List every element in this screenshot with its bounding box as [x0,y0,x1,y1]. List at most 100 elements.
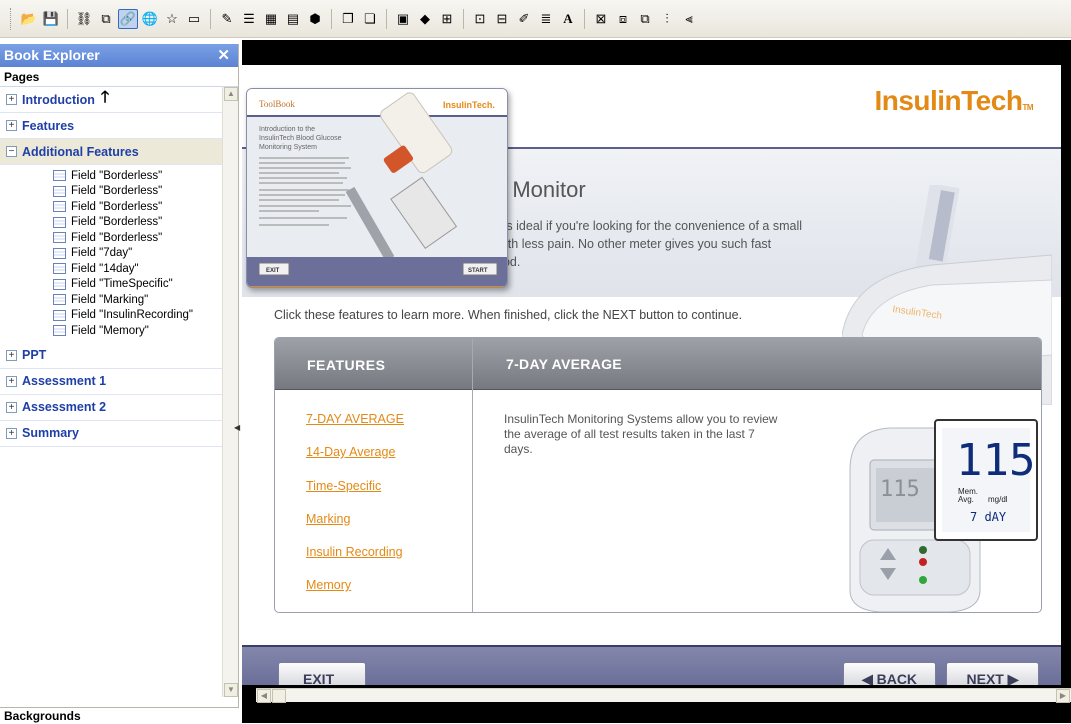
tree-section-assessment-2[interactable]: + Assessment 2 [0,395,222,421]
scroll-left-icon[interactable]: ◀ [257,689,271,703]
shape-icon[interactable]: ⬢ [305,9,325,29]
field-label: Field "7day" [71,247,133,260]
feature-link-memory[interactable]: Memory [306,578,351,592]
expand-icon[interactable]: + [6,401,17,413]
table-icon[interactable]: ⊞ [437,9,457,29]
page-icon[interactable]: ❐ [338,9,358,29]
panel-icon[interactable]: ▭ [184,9,204,29]
toolbar-grip[interactable] [10,7,13,30]
script-icon[interactable]: ≣ [536,9,556,29]
tree-section-assessment-1[interactable]: + Assessment 1 [0,369,222,395]
save-icon[interactable]: 💾 [41,9,61,29]
chart-icon[interactable]: ▤ [283,9,303,29]
instructions-text: Click these features to learn more. When… [274,308,743,322]
expand-icon[interactable]: + [6,349,17,361]
separator [331,8,332,29]
tree-field-item[interactable]: Field "InsulinRecording" [0,308,222,324]
expand-icon[interactable]: + [6,120,17,131]
properties2-icon[interactable]: ⊟ [492,9,512,29]
link-icon[interactable]: ⛓ [74,9,94,29]
field-label: Field "Borderless" [71,231,163,244]
next-button[interactable]: NEXT ▶ [946,662,1039,685]
scroll-down-icon[interactable]: ▼ [224,683,238,697]
section-label[interactable]: Assessment 1 [22,374,106,388]
group-icon[interactable]: ⧈ [613,9,633,29]
section-label[interactable]: Features [22,119,74,133]
tree-field-item[interactable]: Field "7day" [0,246,222,262]
image-icon[interactable]: ▦ [261,9,281,29]
tree-section-summary[interactable]: + Summary [0,421,222,447]
tree-field-item[interactable]: Field "Borderless" [0,215,222,231]
meter-big-reading: 115 [956,435,1035,486]
feature-link-14-day-average[interactable]: 14-Day Average [306,445,395,459]
tree-section-features[interactable]: + Features [0,113,222,139]
open-icon[interactable]: 📂 [19,9,39,29]
tree-field-item[interactable]: Field "Borderless" [0,230,222,246]
section-label[interactable]: Additional Features [22,145,139,159]
tree-section-additional-features[interactable]: − Additional Features [0,139,222,165]
stage-horizontal-scrollbar[interactable]: ◀ ▶ [256,688,1071,703]
field-label: Field "Borderless" [71,169,163,182]
scroll-up-icon[interactable]: ▲ [224,87,238,101]
meter-small-reading: 115 [880,477,920,502]
toolbar: 📂 💾 ⛓ ⧉ 🔗 🌐 ☆ ▭ ✎ ☰ ▦ ▤ ⬢ ❐ ❏ ▣ ◆ ⊞ ⊡ ⊟ … [0,0,1071,38]
expand-icon[interactable]: + [6,94,17,105]
tree-field-item[interactable]: Field "Borderless" [0,168,222,184]
section-label[interactable]: Assessment 2 [22,400,106,414]
expand-icon[interactable]: + [6,427,17,439]
feature-link-time-specific[interactable]: Time-Specific [306,479,381,493]
explorer-scrollbar[interactable]: ▲ ▼ [222,87,238,697]
scroll-thumb[interactable] [272,689,286,703]
field-list: Field "Borderless" Field "Borderless" Fi… [0,165,222,339]
splitter-collapse-icon[interactable]: ◀ [234,423,240,432]
distribute-icon[interactable]: ⫶ [657,9,677,29]
explorer-title-bar: Book Explorer ✕ [0,44,238,67]
font-icon[interactable]: A [558,9,578,29]
feature-link-insulin-recording[interactable]: Insulin Recording [306,545,403,559]
explorer-title: Book Explorer [4,47,100,63]
expand-icon[interactable]: + [6,375,17,387]
thumb-title-line: Monitoring System [259,144,317,151]
collapse-icon[interactable]: − [6,146,17,157]
diamond-icon[interactable]: ◆ [415,9,435,29]
marker-icon[interactable]: ✐ [514,9,534,29]
back-button[interactable]: ◀ BACK [843,662,936,685]
tree-field-item[interactable]: Field "Memory" [0,323,222,339]
section-label[interactable]: PPT [22,348,46,362]
scroll-right-icon[interactable]: ▶ [1056,689,1070,703]
field-icon [53,247,66,259]
intro-line: with less pain. No other meter gives you… [496,237,772,251]
tree-section-introduction[interactable]: + Introduction 🡑 [0,87,222,113]
tree-field-item[interactable]: Field "TimeSpecific" [0,277,222,293]
copy-icon[interactable]: ⧉ [96,9,116,29]
close-icon[interactable]: ✕ [217,44,230,67]
explorer-toggle-icon[interactable]: 🔗 [118,8,138,29]
intro-line: r is ideal if you're looking for the con… [496,219,803,233]
meter-days-label: 7 dAY [970,510,1007,524]
tree-section-ppt[interactable]: + PPT [0,343,222,369]
ungroup-icon[interactable]: ⧉ [635,9,655,29]
tree-field-item[interactable]: Field "Borderless" [0,199,222,215]
globe-icon[interactable]: 🌐 [140,9,160,29]
tree-field-item[interactable]: Field "14day" [0,261,222,277]
feature-link-7-day-average[interactable]: 7-DAY AVERAGE [306,412,404,426]
draw-icon[interactable]: ✎ [217,9,237,29]
list-icon[interactable]: ☰ [239,9,259,29]
exit-button[interactable]: EXIT [278,662,366,685]
tree-field-item[interactable]: Field "Borderless" [0,184,222,200]
properties-icon[interactable]: ⊡ [470,9,490,29]
order-icon[interactable]: ⫷ [679,9,699,29]
section-label[interactable]: Introduction [22,93,95,107]
field-icon [53,216,66,228]
align-icon[interactable]: ⊠ [591,9,611,29]
star-icon[interactable]: ☆ [162,9,182,29]
field-label: Field "Marking" [71,293,149,306]
features-panel-header: FEATURES 7-DAY AVERAGE [275,338,1041,390]
intro-text: r is ideal if you're looking for the con… [496,217,836,271]
feature-link-marking[interactable]: Marking [306,512,350,526]
picture-icon[interactable]: ▣ [393,9,413,29]
new-page-icon[interactable]: ❏ [360,9,380,29]
tree-field-item[interactable]: Field "Marking" [0,292,222,308]
section-label[interactable]: Summary [22,426,79,440]
backgrounds-label[interactable]: Backgrounds [0,707,239,723]
